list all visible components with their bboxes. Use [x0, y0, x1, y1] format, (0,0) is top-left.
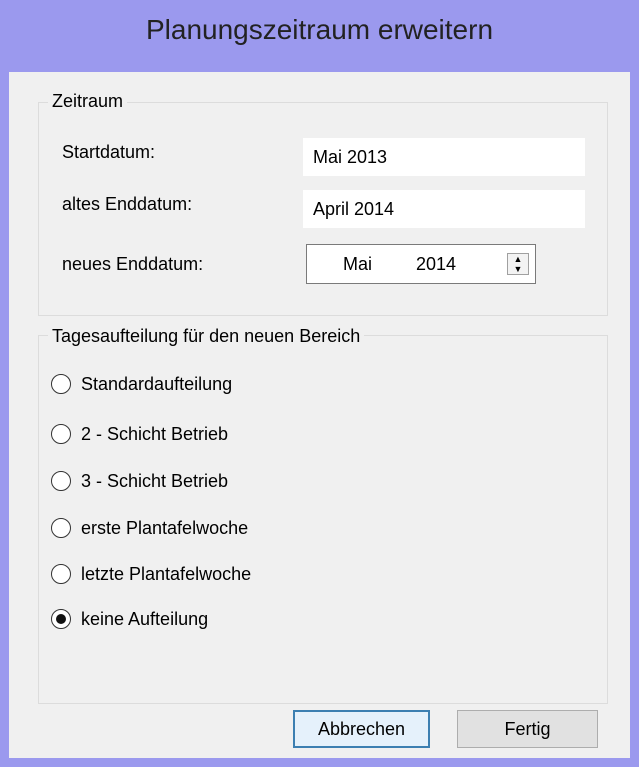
radio-standardaufteilung[interactable]: Standardaufteilung [51, 369, 232, 399]
spin-down-icon[interactable]: ▼ [508, 264, 528, 274]
aufteilung-legend: Tagesaufteilung für den neuen Bereich [48, 326, 365, 347]
radio-label[interactable]: 2 - Schicht Betrieb [81, 424, 228, 445]
spin-up-icon[interactable]: ▲ [508, 254, 528, 264]
finish-button[interactable]: Fertig [457, 710, 598, 748]
zeitraum-legend: Zeitraum [48, 91, 128, 112]
start-date-field[interactable]: Mai 2013 [303, 138, 585, 176]
radio-button[interactable] [51, 424, 71, 444]
new-end-year[interactable]: 2014 [416, 254, 456, 275]
radio-label[interactable]: 3 - Schicht Betrieb [81, 471, 228, 492]
radio-label[interactable]: letzte Plantafelwoche [81, 564, 251, 585]
old-end-date-field[interactable]: April 2014 [303, 190, 585, 228]
radio-button-selected[interactable] [51, 609, 71, 629]
new-end-date-label: neues Enddatum: [62, 254, 204, 274]
radio-erste-plantafelwoche[interactable]: erste Plantafelwoche [51, 513, 248, 543]
radio-button[interactable] [51, 374, 71, 394]
radio-keine-aufteilung[interactable]: keine Aufteilung [51, 604, 208, 634]
cancel-button[interactable]: Abbrechen [293, 710, 430, 748]
radio-letzte-plantafelwoche[interactable]: letzte Plantafelwoche [51, 559, 251, 589]
radio-label[interactable]: erste Plantafelwoche [81, 518, 248, 539]
start-date-label: Startdatum: [62, 142, 156, 162]
old-end-date-label: altes Enddatum: [62, 194, 193, 214]
radio-2-schicht[interactable]: 2 - Schicht Betrieb [51, 419, 228, 449]
radio-button[interactable] [51, 564, 71, 584]
new-end-month[interactable]: Mai [343, 254, 372, 275]
radio-3-schicht[interactable]: 3 - Schicht Betrieb [51, 466, 228, 496]
new-end-date-picker[interactable]: Mai 2014 ▲ ▼ [306, 244, 536, 284]
dialog-body: Zeitraum Startdatum: Mai 2013 altes Endd… [9, 72, 630, 758]
date-spin-button[interactable]: ▲ ▼ [507, 253, 529, 275]
radio-label[interactable]: keine Aufteilung [81, 609, 208, 630]
title-bar[interactable]: Planungszeitraum erweitern [0, 0, 639, 72]
window-title: Planungszeitraum erweitern [145, 14, 494, 45]
radio-button[interactable] [51, 471, 71, 491]
radio-button[interactable] [51, 518, 71, 538]
radio-label[interactable]: Standardaufteilung [81, 374, 232, 395]
